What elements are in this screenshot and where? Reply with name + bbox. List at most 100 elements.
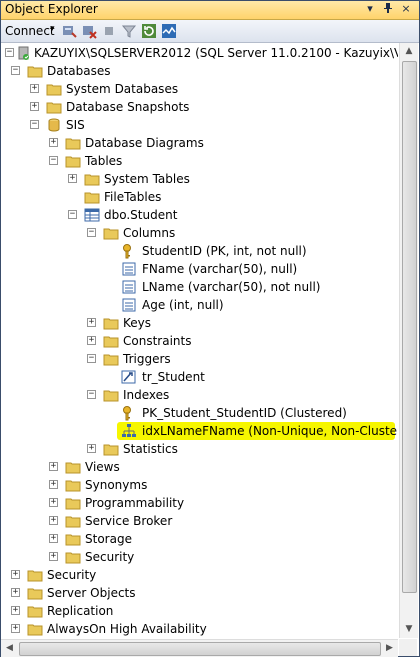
tree-node-database-snapshots[interactable]: + Database Snapshots — [1, 98, 398, 116]
tree-node-storage[interactable]: + Storage — [1, 530, 398, 548]
stop-icon[interactable] — [101, 23, 117, 39]
tree-node-database-diagrams[interactable]: + Database Diagrams — [1, 134, 398, 152]
collapse-toggle[interactable]: − — [68, 210, 77, 219]
folder-icon — [65, 534, 81, 546]
disconnect-icon[interactable] — [81, 23, 97, 39]
expand-toggle[interactable]: + — [11, 588, 20, 597]
folder-icon — [46, 84, 62, 96]
expand-toggle[interactable]: + — [49, 498, 58, 507]
expand-toggle[interactable]: + — [87, 318, 96, 327]
folder-icon — [103, 390, 119, 402]
expand-toggle[interactable]: + — [87, 444, 96, 453]
tree-node-server[interactable]: − KAZUYIX\SQLSERVER2012 (SQL Server 11.0… — [1, 44, 398, 62]
tree-node-programmability[interactable]: + Programmability — [1, 494, 398, 512]
collapse-toggle[interactable]: − — [87, 390, 96, 399]
tree-node-databases[interactable]: − Databases — [1, 62, 398, 80]
title-bar: Object Explorer ▾ × — [1, 1, 419, 20]
tree-node-constraints[interactable]: + Constraints — [1, 332, 398, 350]
tree-node-label: Constraints — [123, 334, 192, 348]
collapse-toggle[interactable]: − — [5, 48, 14, 57]
scroll-up-arrow-icon[interactable]: ▲ — [400, 43, 418, 60]
scroll-left-arrow-icon[interactable]: ◀ — [1, 640, 18, 657]
refresh-icon[interactable] — [141, 23, 157, 39]
expand-toggle[interactable]: + — [11, 606, 20, 615]
tree-node-label: Database Snapshots — [66, 100, 190, 114]
tree-node-label: Databases — [47, 64, 111, 78]
tree-node-label: KAZUYIX\SQLSERVER2012 (SQL Server 11.0.2… — [34, 46, 398, 60]
folder-icon — [103, 444, 119, 456]
activity-monitor-icon[interactable] — [161, 23, 177, 39]
tree-node-label: Tables — [85, 154, 123, 168]
tree-node-keys[interactable]: + Keys — [1, 314, 398, 332]
tree-node-label: Service Broker — [85, 514, 173, 528]
tree-node-views[interactable]: + Views — [1, 458, 398, 476]
tree-node-label: Replication — [47, 604, 114, 618]
tree-node-trigger-tr-student[interactable]: tr_Student — [1, 368, 398, 386]
tree-node-column-age[interactable]: Age (int, null) — [1, 296, 398, 314]
tree-node-sis-security[interactable]: + Security — [1, 548, 398, 566]
tree-node-alwayson[interactable]: + AlwaysOn High Availability — [1, 620, 398, 638]
expand-toggle[interactable]: + — [30, 84, 39, 93]
tree-node-system-databases[interactable]: + System Databases — [1, 80, 398, 98]
tree-node-security[interactable]: + Security — [1, 566, 398, 584]
window-position-button[interactable]: ▾ — [363, 2, 377, 16]
expand-toggle[interactable]: + — [49, 462, 58, 471]
vertical-scrollbar[interactable]: ▲ ▼ — [399, 43, 418, 638]
expand-toggle[interactable]: + — [87, 336, 96, 345]
tree-node-indexes[interactable]: − Indexes — [1, 386, 398, 404]
autohide-pin-icon[interactable] — [381, 2, 395, 16]
tree-node-sis[interactable]: − SIS — [1, 116, 398, 134]
tree-node-system-tables[interactable]: + System Tables — [1, 170, 398, 188]
expand-toggle[interactable]: + — [49, 552, 58, 561]
collapse-toggle[interactable]: − — [49, 156, 58, 165]
tree-node-label: dbo.Student — [104, 208, 178, 222]
connect-button[interactable]: Connect — [5, 24, 55, 38]
collapse-toggle[interactable]: − — [87, 228, 96, 237]
tree-node-tables[interactable]: − Tables — [1, 152, 398, 170]
folder-icon — [27, 588, 43, 600]
expand-toggle[interactable]: + — [68, 174, 77, 183]
collapse-toggle[interactable]: − — [30, 120, 39, 129]
folder-icon — [27, 606, 43, 618]
tree-node-filetables[interactable]: FileTables — [1, 188, 398, 206]
tree-node-column-fname[interactable]: FName (varchar(50), null) — [1, 260, 398, 278]
vertical-scroll-thumb[interactable] — [402, 61, 417, 593]
tree-node-index-pk[interactable]: PK_Student_StudentID (Clustered) — [1, 404, 398, 422]
close-button[interactable]: × — [399, 2, 413, 16]
expand-toggle[interactable]: + — [49, 138, 58, 147]
collapse-toggle[interactable]: − — [87, 354, 96, 363]
collapse-toggle[interactable]: − — [11, 66, 20, 75]
folder-icon — [84, 192, 100, 204]
expand-toggle[interactable]: + — [11, 624, 20, 633]
tree-node-server-objects[interactable]: + Server Objects — [1, 584, 398, 602]
tree-node-label: Statistics — [123, 442, 178, 456]
horizontal-scroll-thumb[interactable] — [19, 642, 381, 656]
tree-node-columns[interactable]: − Columns — [1, 224, 398, 242]
scroll-down-arrow-icon[interactable]: ▼ — [400, 621, 418, 638]
connect-object-explorer-icon[interactable] — [61, 23, 77, 39]
expand-toggle[interactable]: + — [30, 102, 39, 111]
scrollbar-corner — [399, 639, 417, 656]
folder-icon — [65, 480, 81, 492]
folder-icon — [65, 138, 81, 150]
tree-node-service-broker[interactable]: + Service Broker — [1, 512, 398, 530]
tree-node-statistics[interactable]: + Statistics — [1, 440, 398, 458]
expand-toggle[interactable]: + — [11, 570, 20, 579]
tree-node-synonyms[interactable]: + Synonyms — [1, 476, 398, 494]
tree-node-dbo-student[interactable]: − dbo.Student — [1, 206, 398, 224]
scroll-right-arrow-icon[interactable]: ▶ — [381, 640, 398, 657]
object-explorer-tree[interactable]: − KAZUYIX\SQLSERVER2012 (SQL Server 11.0… — [1, 43, 398, 638]
tree-node-column-lname[interactable]: LName (varchar(50), not null) — [1, 278, 398, 296]
expand-toggle[interactable]: + — [49, 516, 58, 525]
tree-node-column-studentid[interactable]: StudentID (PK, int, not null) — [1, 242, 398, 260]
horizontal-scrollbar[interactable]: ◀ ▶ — [1, 639, 398, 657]
expand-toggle[interactable]: + — [49, 534, 58, 543]
tree-node-index-idxlnamefname[interactable]: idxLNameFName (Non-Unique, Non-Clustered… — [117, 422, 398, 440]
tree-node-triggers[interactable]: − Triggers — [1, 350, 398, 368]
expand-toggle[interactable]: + — [49, 480, 58, 489]
column-icon — [122, 280, 136, 294]
filter-icon[interactable] — [121, 23, 137, 39]
tree-node-replication[interactable]: + Replication — [1, 602, 398, 620]
connect-dropdown-icon[interactable]: ▾ — [50, 24, 55, 34]
key-icon — [123, 406, 131, 421]
